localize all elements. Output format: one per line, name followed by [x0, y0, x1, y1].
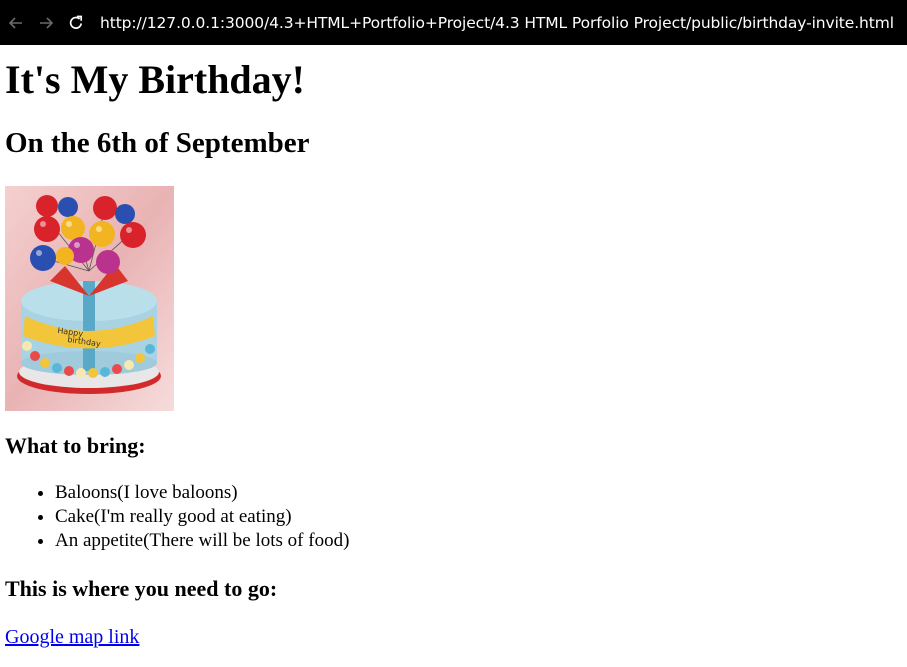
bring-heading: What to bring:	[5, 433, 146, 458]
page-content: It's My Birthday! On the 6th of Septembe…	[0, 58, 907, 650]
address-bar[interactable]: http://127.0.0.1:3000/4.3+HTML+Portfolio…	[100, 14, 894, 32]
bring-list: Baloons(I love baloons) Cake(I'm really …	[5, 481, 907, 553]
page-title: It's My Birthday!	[5, 57, 305, 102]
reload-icon	[69, 15, 83, 29]
map-link-paragraph: Google map link	[5, 624, 907, 650]
list-item: An appetite(There will be lots of food)	[55, 529, 907, 553]
google-map-link[interactable]: Google map link	[5, 626, 139, 648]
date-heading: On the 6th of September	[5, 127, 310, 159]
list-item: Baloons(I love baloons)	[55, 481, 907, 505]
birthday-cake-image: Happy birthday	[5, 186, 174, 411]
browser-toolbar: http://127.0.0.1:3000/4.3+HTML+Portfolio…	[0, 0, 907, 45]
list-item: Cake(I'm really good at eating)	[55, 505, 907, 529]
arrow-left-icon	[8, 16, 22, 29]
arrow-right-icon	[40, 16, 54, 29]
where-heading: This is where you need to go:	[5, 576, 278, 601]
reload-button[interactable]	[62, 9, 90, 37]
back-button[interactable]	[2, 9, 30, 37]
forward-button[interactable]	[32, 9, 60, 37]
